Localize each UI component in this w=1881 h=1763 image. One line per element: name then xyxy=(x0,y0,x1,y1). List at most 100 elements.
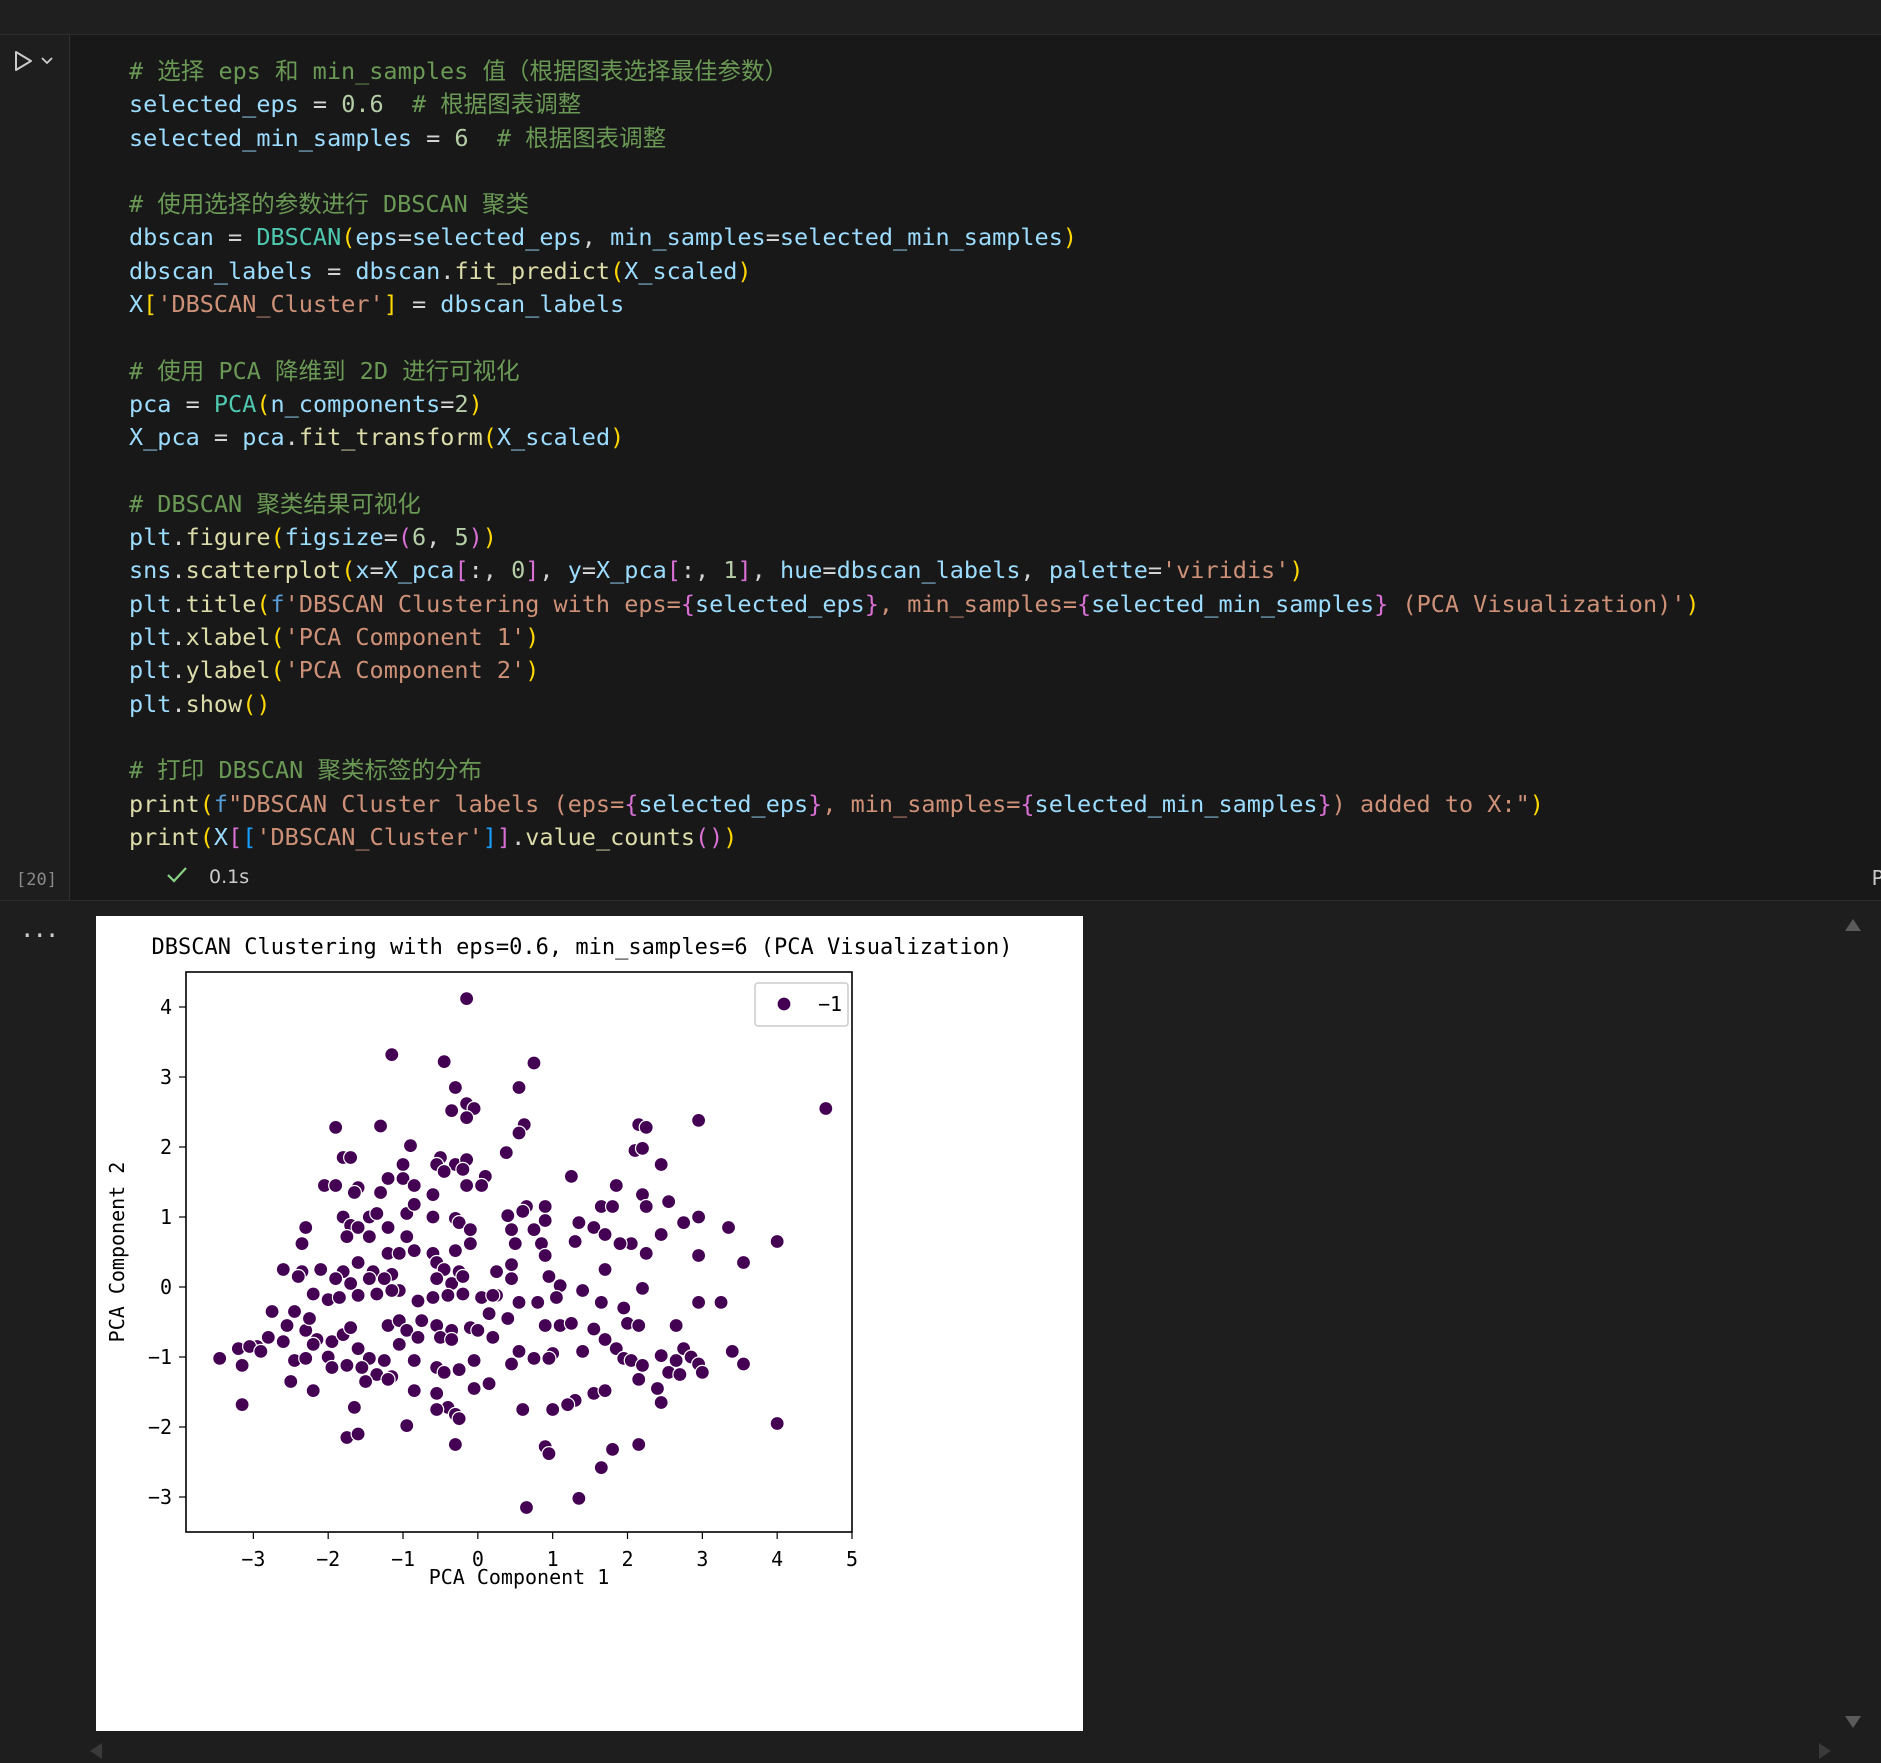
scroll-down-arrow[interactable] xyxy=(1845,1716,1861,1728)
code-token: X_pca xyxy=(596,556,667,585)
code-token: selected_min_samples xyxy=(129,123,412,152)
y-tick-label: −2 xyxy=(148,1415,172,1439)
data-point xyxy=(672,1366,688,1383)
data-point xyxy=(324,1359,340,1376)
scroll-right-arrow[interactable] xyxy=(1819,1743,1831,1759)
code-token: [ xyxy=(454,556,469,585)
code-token: dbscan xyxy=(129,223,214,252)
code-lines[interactable]: # 选择 eps 和 min_samples 值（根据图表选择最佳参数） sele… xyxy=(129,55,1700,854)
code-token: fit_predict xyxy=(454,256,611,285)
data-point xyxy=(597,1261,613,1278)
data-point xyxy=(593,1294,609,1310)
data-point xyxy=(563,1168,579,1184)
code-line[interactable]: sns.scatterplot(x=X_pca[:, 0], y=X_pca[:… xyxy=(129,554,1700,587)
data-point xyxy=(429,1385,445,1401)
cell-gutter: [20] xyxy=(0,35,68,900)
code-line[interactable]: dbscan_labels = dbscan.fit_predict(X_sca… xyxy=(129,255,1700,288)
code-token: xlabel xyxy=(185,623,271,652)
code-line[interactable] xyxy=(129,321,1700,354)
code-token: } xyxy=(808,789,823,818)
data-point xyxy=(234,1357,250,1373)
code-token: . xyxy=(511,822,526,851)
code-token: selected_min_samples xyxy=(1034,789,1318,818)
code-token: ] xyxy=(383,290,398,319)
code-token: . xyxy=(171,589,186,618)
data-point xyxy=(380,1371,396,1387)
code-token: , xyxy=(426,523,455,552)
data-point xyxy=(481,1376,497,1392)
data-point xyxy=(462,1222,478,1238)
data-point xyxy=(455,1268,471,1285)
scroll-left-arrow[interactable] xyxy=(90,1743,102,1759)
data-point xyxy=(530,1294,546,1310)
data-point xyxy=(436,1364,452,1380)
data-point xyxy=(305,1336,321,1352)
code-line[interactable]: pca = PCA(n_components=2) xyxy=(129,388,1700,421)
code-token: , xyxy=(1020,556,1049,585)
code-line[interactable]: X_pca = pca.fit_transform(X_scaled) xyxy=(129,421,1700,454)
code-line[interactable]: # 使用 PCA 降维到 2D 进行可视化 xyxy=(129,355,1700,388)
x-tick-label: 3 xyxy=(696,1547,708,1571)
code-line[interactable] xyxy=(129,455,1700,488)
code-line[interactable]: print(X[['DBSCAN_Cluster']].value_counts… xyxy=(129,821,1700,854)
data-point xyxy=(616,1300,632,1316)
code-token: = xyxy=(383,523,398,552)
run-cell-button[interactable] xyxy=(12,45,64,77)
code-line[interactable]: print(f"DBSCAN Cluster labels (eps={sele… xyxy=(129,788,1700,821)
data-point xyxy=(425,1209,441,1225)
code-line[interactable]: selected_eps = 0.6 # 根据图表调整 xyxy=(129,88,1700,121)
code-token: # 使用选择的参数进行 DBSCAN 聚类 xyxy=(129,190,529,219)
code-token: dbscan_labels xyxy=(836,556,1021,585)
data-point xyxy=(369,1286,385,1302)
code-token: plt xyxy=(129,689,172,718)
scroll-up-arrow[interactable] xyxy=(1845,919,1861,931)
code-line[interactable]: selected_min_samples = 6 # 根据图表调整 xyxy=(129,122,1700,155)
code-token: pca xyxy=(242,423,285,452)
code-editor[interactable]: # 选择 eps 和 min_samples 值（根据图表选择最佳参数） sele… xyxy=(69,35,1881,900)
code-token: # 使用 PCA 降维到 2D 进行可视化 xyxy=(129,356,520,385)
data-point xyxy=(735,1356,752,1372)
code-line[interactable]: plt.figure(figsize=(6, 5)) xyxy=(129,521,1700,554)
code-line[interactable]: # 选择 eps 和 min_samples 值（根据图表选择最佳参数） xyxy=(129,55,1700,88)
data-point xyxy=(391,1336,407,1352)
execution-duration: 0.1s xyxy=(209,866,250,888)
code-token: ) added to X:" xyxy=(1331,789,1530,818)
code-line[interactable]: plt.xlabel('PCA Component 1') xyxy=(129,621,1700,654)
code-line[interactable]: # DBSCAN 聚类结果可视化 xyxy=(129,488,1700,521)
code-token: ) xyxy=(1685,589,1700,618)
data-point xyxy=(298,1350,314,1366)
code-line[interactable] xyxy=(129,721,1700,754)
code-line[interactable]: X['DBSCAN_Cluster'] = dbscan_labels xyxy=(129,288,1700,321)
data-point xyxy=(473,1177,490,1194)
data-point xyxy=(429,1401,445,1418)
data-point xyxy=(264,1303,280,1320)
data-point xyxy=(286,1303,303,1320)
code-line[interactable]: # 使用选择的参数进行 DBSCAN 聚类 xyxy=(129,188,1700,221)
chevron-down-icon[interactable] xyxy=(40,56,54,66)
data-point xyxy=(634,1280,651,1296)
code-token: print xyxy=(129,789,200,818)
x-tick-label: 5 xyxy=(846,1547,858,1571)
code-line[interactable] xyxy=(129,155,1700,188)
data-point xyxy=(537,1198,553,1215)
data-point xyxy=(444,1103,460,1119)
output-more-actions[interactable]: ... xyxy=(20,915,59,943)
code-line[interactable]: dbscan = DBSCAN(eps=selected_eps, min_sa… xyxy=(129,221,1700,254)
code-token: selected_eps xyxy=(638,789,809,818)
data-point xyxy=(290,1268,306,1285)
code-token: scatterplot xyxy=(185,556,342,585)
data-point xyxy=(638,1119,654,1135)
play-icon[interactable] xyxy=(12,50,34,72)
code-cell[interactable]: [20] # 选择 eps 和 min_samples 值（根据图表选择最佳参数… xyxy=(0,35,1881,900)
code-token: [ xyxy=(228,822,243,851)
code-line[interactable]: plt.title(f'DBSCAN Clustering with eps={… xyxy=(129,588,1700,621)
code-line[interactable]: plt.show() xyxy=(129,688,1700,721)
data-point xyxy=(406,1177,422,1194)
code-token: plt xyxy=(129,656,172,685)
code-line[interactable]: plt.ylabel('PCA Component 2') xyxy=(129,654,1700,687)
language-selector[interactable]: Python xyxy=(1872,866,1881,890)
data-point xyxy=(406,1196,422,1212)
code-token: dbscan_labels xyxy=(440,290,625,319)
code-token: X_pca xyxy=(383,556,455,585)
code-line[interactable]: # 打印 DBSCAN 聚类标签的分布 xyxy=(129,754,1700,787)
